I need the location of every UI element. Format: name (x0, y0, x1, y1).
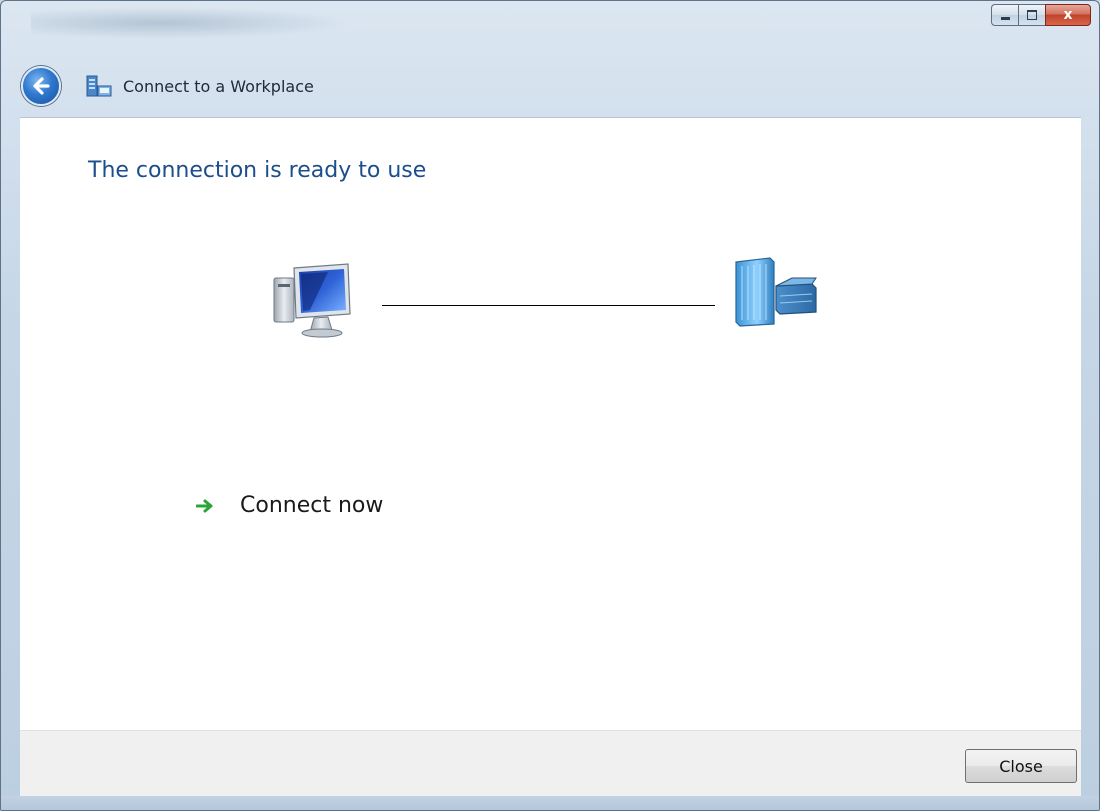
connect-now-label: Connect now (240, 493, 384, 518)
back-button[interactable] (21, 66, 61, 106)
connect-now-link[interactable]: Connect now (196, 493, 383, 518)
window-bottom-frame (1, 796, 1099, 810)
content-area: The connection is ready to use Connect n… (20, 117, 1081, 731)
workplace-network-icon (86, 75, 112, 97)
close-button[interactable]: Close (965, 749, 1077, 783)
close-icon: x (1063, 7, 1073, 23)
maximize-icon (1027, 10, 1037, 20)
server-icon (735, 257, 817, 327)
maximize-button[interactable] (1018, 4, 1045, 26)
window-title: Connect to a Workplace (123, 76, 314, 96)
title-bar-blur (31, 7, 351, 39)
computer-icon (273, 263, 351, 338)
close-window-button[interactable]: x (1045, 4, 1091, 26)
minimize-icon (1000, 17, 1010, 20)
minimize-button[interactable] (991, 4, 1018, 26)
nav-bar: Connect to a Workplace (21, 63, 314, 109)
connection-line (382, 305, 715, 306)
back-arrow-icon (33, 77, 50, 95)
page-title: The connection is ready to use (88, 158, 427, 183)
dialog-window: x Connect to a Workplace The connection … (0, 0, 1100, 811)
green-arrow-icon (196, 499, 213, 512)
dialog-footer: Close (20, 730, 1081, 797)
caption-buttons: x (991, 4, 1091, 26)
